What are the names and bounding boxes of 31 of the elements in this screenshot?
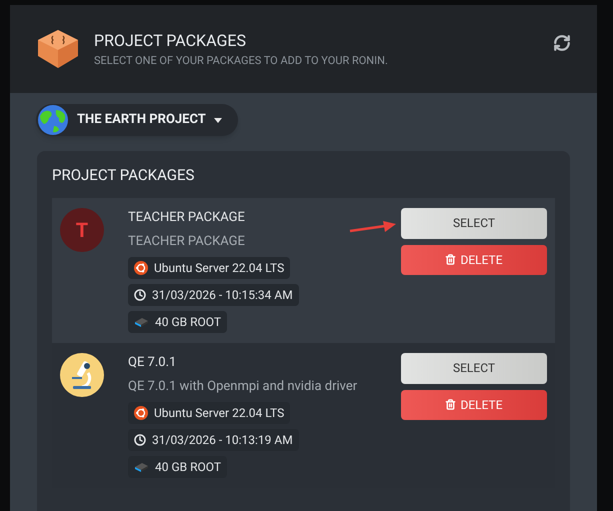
date-tag: 31/03/2026 - 10:15:34 AM: [128, 284, 299, 306]
delete-button[interactable]: DELETE: [401, 390, 547, 420]
delete-button[interactable]: DELETE: [401, 244, 547, 274]
globe-icon: [37, 104, 69, 136]
select-button[interactable]: SELECT: [401, 352, 547, 384]
package-name: QE 7.0.1: [128, 354, 178, 372]
project-dropdown[interactable]: THE EARTH PROJECT: [36, 104, 238, 136]
letter-avatar: T: [60, 208, 104, 252]
storage-tag: 40 GB ROOT: [128, 310, 227, 332]
ubuntu-icon: [134, 260, 148, 274]
modal-subtitle: SELECT ONE OF YOUR PACKAGES TO ADD TO YOUR RONIN.: [94, 52, 389, 69]
trash-icon: [445, 254, 456, 265]
caret-icon: [214, 118, 222, 122]
package-box-icon: [36, 28, 80, 70]
clock-icon: [134, 434, 146, 446]
os-tag: Ubuntu Server 22.04 LTS: [128, 256, 290, 278]
modal-title: PROJECT PACKAGES: [94, 30, 247, 52]
select-button[interactable]: SELECT: [401, 208, 547, 238]
microscope-avatar: [60, 352, 104, 396]
os-tag: Ubuntu Server 22.04 LTS: [128, 402, 290, 424]
package-name: TEACHER PACKAGE: [128, 208, 246, 226]
trash-icon: [445, 399, 456, 410]
storage-tag: 40 GB ROOT: [128, 456, 227, 478]
ubuntu-icon: [134, 406, 148, 420]
panel-title: PROJECT PACKAGES: [52, 165, 196, 186]
date-tag: 31/03/2026 - 10:13:19 AM: [128, 428, 299, 450]
refresh-button[interactable]: [553, 34, 571, 52]
refresh-icon: [553, 34, 571, 52]
package-description: TEACHER PACKAGE: [128, 233, 246, 251]
package-description: QE 7.0.1 with Openmpi and nvidia driver: [128, 378, 358, 396]
clock-icon: [134, 288, 146, 300]
